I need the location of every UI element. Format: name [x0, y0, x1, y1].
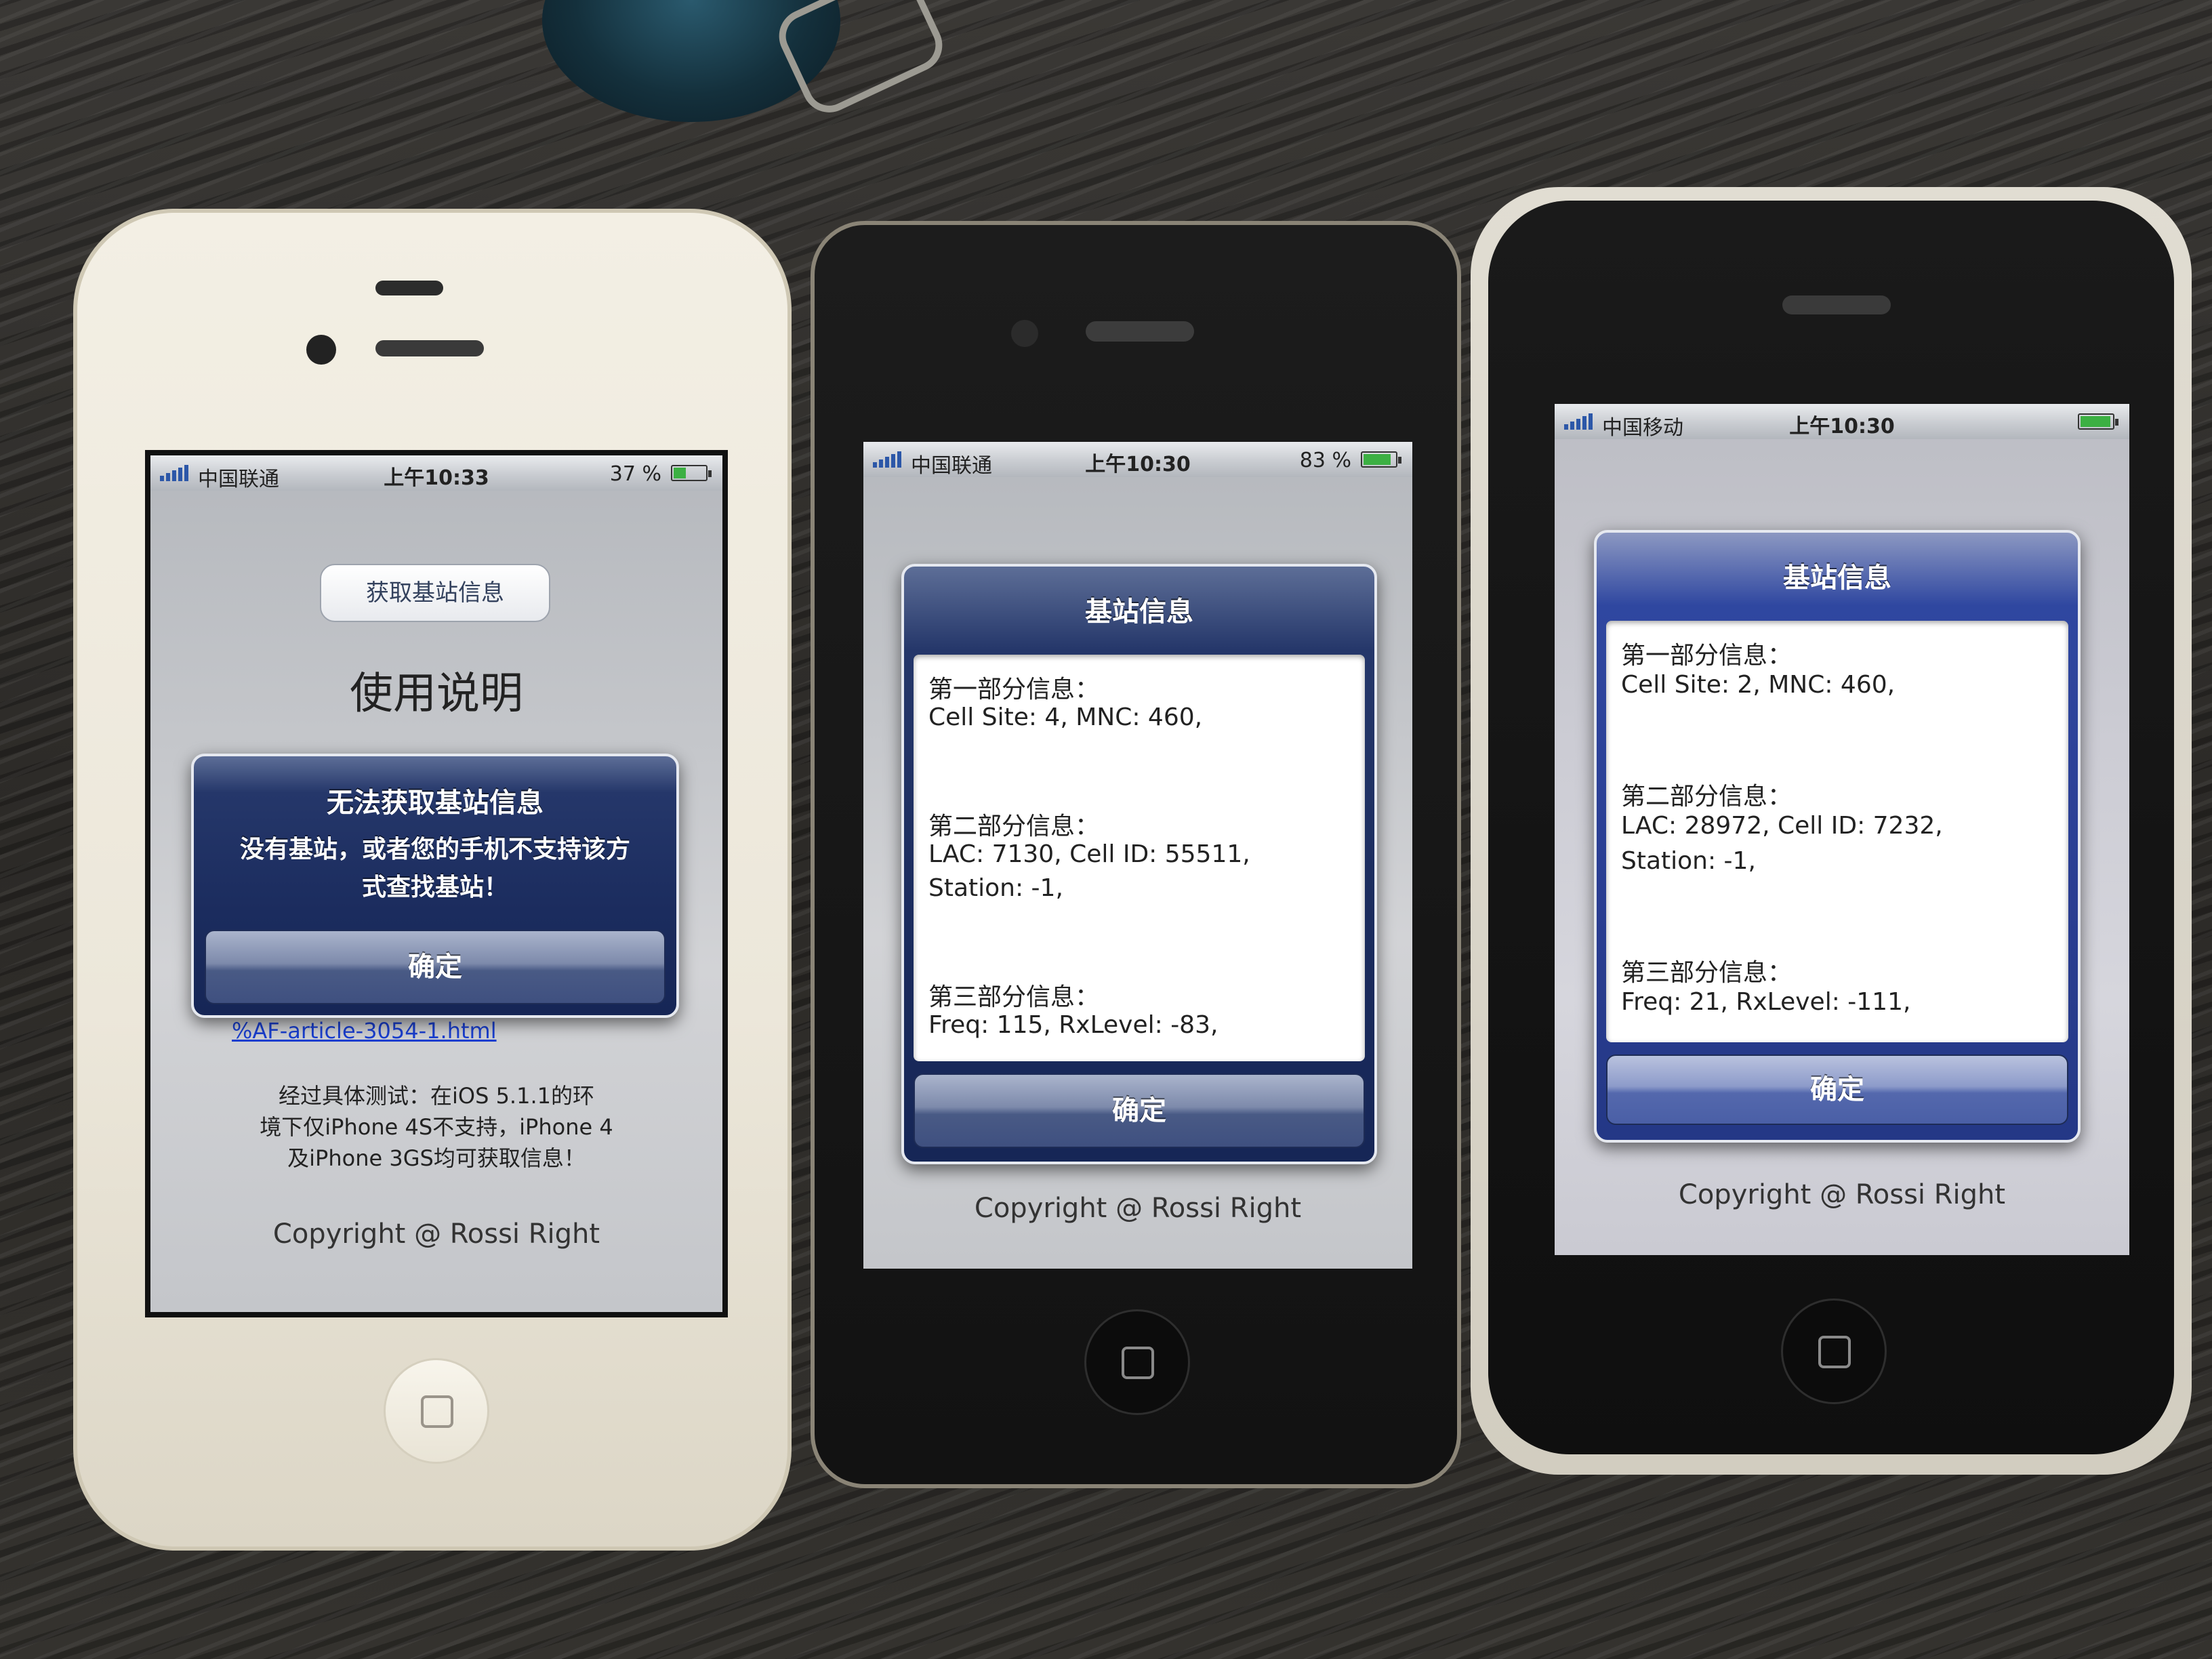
screen-right: 中国移动 上午10:30 Copyright @ Rossi Right 基站信…	[1555, 404, 2129, 1255]
fetch-station-button[interactable]: 获取基站信息	[320, 564, 550, 622]
earpiece-grill	[1086, 321, 1194, 342]
part3-label: 第三部分信息：	[1621, 959, 1793, 987]
copyright-text: Copyright @ Rossi Right	[1678, 1179, 2006, 1210]
alert-title: 无法获取基站信息	[327, 787, 544, 819]
part1-value: Cell Site: 4, MNC: 460,	[928, 703, 1203, 731]
copyright-text: Copyright @ Rossi Right	[974, 1193, 1302, 1224]
alert-message-2: 式查找基站！	[361, 874, 508, 901]
phone-right: 中国移动 上午10:30 Copyright @ Rossi Right 基站信…	[1471, 187, 2192, 1475]
home-square-icon	[421, 1395, 453, 1428]
home-button[interactable]	[384, 1358, 489, 1464]
ok-button[interactable]: 确定	[914, 1073, 1365, 1148]
front-camera	[306, 335, 336, 365]
battery-percent: 37 %	[609, 462, 661, 486]
home-square-icon	[1122, 1347, 1154, 1379]
part3-value: Freq: 21, RxLevel: -111,	[1621, 988, 1911, 1016]
battery-percent: 83 %	[1299, 449, 1351, 472]
status-bar: 中国联通 上午10:30 83 %	[863, 442, 1412, 478]
instructions-heading: 使用说明	[350, 669, 523, 719]
screen-left: 中国联通 上午10:33 37 % 获取基站信息 使用说明 %AF-articl…	[145, 450, 728, 1317]
earpiece-grill	[375, 340, 484, 356]
screen-middle: 中国联通 上午10:30 83 % Copyright @ Rossi Righ…	[863, 442, 1412, 1269]
part2-value: LAC: 7130, Cell ID: 55511,	[928, 840, 1250, 868]
ok-button[interactable]: 确定	[205, 930, 665, 1004]
ok-button[interactable]: 确定	[1606, 1054, 2068, 1125]
error-alert: 无法获取基站信息 没有基站，或者您的手机不支持该方 式查找基站！ 确定	[191, 754, 679, 1018]
info-textbox: 第一部分信息： Cell Site: 2, MNC: 460, 第二部分信息： …	[1606, 621, 2068, 1042]
part2-label: 第二部分信息：	[1621, 783, 1793, 811]
battery-icon	[671, 465, 712, 481]
battery-icon	[1361, 451, 1401, 468]
copyright-text: Copyright @ Rossi Right	[272, 1218, 600, 1250]
part1-label: 第一部分信息：	[928, 676, 1100, 703]
home-button[interactable]	[1781, 1298, 1887, 1404]
alert-title: 基站信息	[1783, 562, 1891, 594]
part3-value: Freq: 115, RxLevel: -83,	[928, 1011, 1218, 1039]
home-button[interactable]	[1084, 1309, 1190, 1415]
test-note-3: 及iPhone 3GS均可获取信息！	[287, 1145, 586, 1171]
alert-message-1: 没有基站，或者您的手机不支持该方	[239, 836, 630, 863]
cell-info-alert: 基站信息 第一部分信息： Cell Site: 2, MNC: 460, 第二部…	[1594, 530, 2081, 1143]
alert-title: 基站信息	[1085, 596, 1193, 628]
phone-left: 中国联通 上午10:33 37 % 获取基站信息 使用说明 %AF-articl…	[73, 209, 792, 1551]
part2-value: LAC: 28972, Cell ID: 7232,	[1621, 812, 1943, 840]
part3-label: 第三部分信息：	[928, 983, 1100, 1011]
article-link[interactable]: %AF-article-3054-1.html	[232, 1018, 497, 1044]
part2-label: 第二部分信息：	[928, 813, 1100, 840]
status-bar: 中国联通 上午10:33 37 %	[150, 455, 722, 491]
part2-station: Station: -1,	[928, 874, 1063, 902]
part2-station: Station: -1,	[1621, 847, 1756, 875]
battery-icon	[2078, 413, 2118, 430]
info-textbox: 第一部分信息： Cell Site: 4, MNC: 460, 第二部分信息： …	[914, 655, 1365, 1061]
part1-value: Cell Site: 2, MNC: 460,	[1621, 671, 1896, 699]
home-square-icon	[1818, 1336, 1851, 1368]
earpiece-grill	[1782, 295, 1891, 314]
part1-label: 第一部分信息：	[1621, 642, 1793, 670]
status-bar: 中国移动 上午10:30	[1555, 404, 2129, 440]
test-note-1: 经过具体测试：在iOS 5.1.1的环	[279, 1083, 594, 1109]
earpiece-speaker	[375, 281, 443, 295]
phone-middle: 中国联通 上午10:30 83 % Copyright @ Rossi Righ…	[811, 221, 1461, 1488]
test-note-2: 境下仅iPhone 4S不支持，iPhone 4	[260, 1114, 613, 1140]
clock: 上午10:30	[1789, 415, 1895, 438]
front-camera	[1011, 320, 1038, 347]
key-ring	[770, 0, 951, 121]
cell-info-alert: 基站信息 第一部分信息： Cell Site: 4, MNC: 460, 第二部…	[901, 564, 1377, 1164]
